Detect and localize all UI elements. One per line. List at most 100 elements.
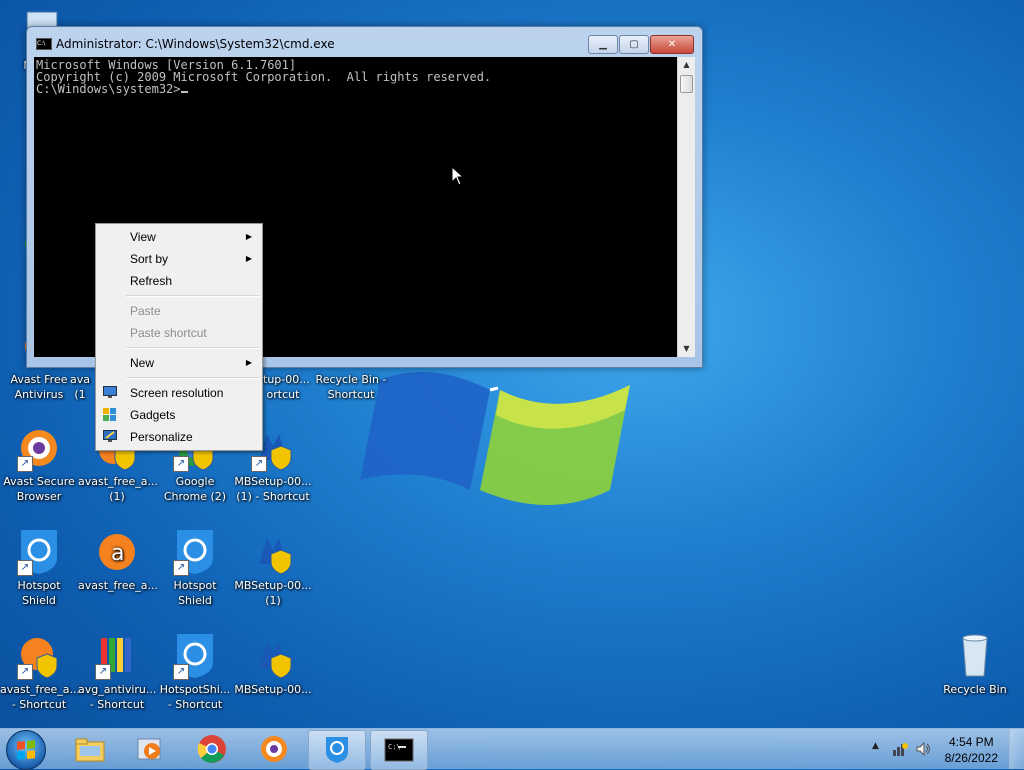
desktop-icon-label: avg_antiviru... - Shortcut	[78, 683, 157, 711]
show-hidden-icons-arrow-icon[interactable]: ▲	[872, 741, 879, 751]
desktop-icon-label: Google Chrome (2)	[163, 475, 227, 503]
menu-item-new[interactable]: New ▶	[96, 352, 262, 374]
desktop-icon-hotspot-shield-2[interactable]: ↗ Hotspot Shield	[156, 528, 234, 608]
desktop-context-menu: View ▶ Sort by ▶ Refresh Paste Paste short…	[95, 223, 263, 451]
windows-flag-icon	[17, 740, 35, 760]
menu-item-label: New	[130, 356, 155, 370]
menu-item-view[interactable]: View ▶	[96, 226, 262, 248]
desktop-icon-recycle-bin[interactable]: Recycle Bin	[936, 632, 1014, 697]
menu-item-label: Refresh	[130, 274, 173, 288]
menu-item-label: Screen resolution	[130, 386, 224, 400]
hotspot-shield-icon: ↗	[171, 528, 219, 576]
console-prompt: C:\Windows\system32>	[36, 82, 181, 96]
desktop-icon-label: Avast Secure Browser	[3, 475, 75, 503]
hotspot-shield-icon: ↗	[15, 528, 63, 576]
desktop-icon-avast-free-a-shortcut[interactable]: ↗ avast_free_a... - Shortcut	[0, 632, 80, 712]
menu-item-refresh[interactable]: Refresh	[96, 270, 262, 292]
menu-separator	[126, 347, 260, 349]
scroll-down-arrow-icon[interactable]: ▼	[678, 341, 695, 357]
shortcut-arrow-icon: ↗	[251, 456, 267, 472]
menu-item-label: Gadgets	[130, 408, 176, 422]
desktop-icon-label: MBSetup-00... (1)	[234, 579, 312, 607]
desktop-icon-mbsetup[interactable]: MBSetup-00...	[234, 632, 312, 697]
shortcut-arrow-icon: ↗	[17, 560, 33, 576]
system-tray: ▲ 4:54 PM 8/26/2022	[864, 729, 1024, 769]
desktop-icon-mbsetup-1[interactable]: MBSetup-00... (1)	[234, 528, 312, 608]
media-player-icon	[137, 738, 161, 760]
text-cursor	[180, 91, 188, 93]
show-desktop-button[interactable]	[1009, 729, 1024, 769]
recycle-bin-icon	[951, 632, 999, 680]
menu-item-sort-by[interactable]: Sort by ▶	[96, 248, 262, 270]
desktop-icon-label: Hotspot Shield	[173, 579, 217, 607]
menu-item-paste-shortcut: Paste shortcut	[96, 322, 262, 344]
minimize-button[interactable]: ▁	[588, 35, 618, 54]
desktop-icon-label: Recycle Bin - Shortcut	[315, 373, 387, 401]
cmd-app-icon: C:\	[36, 38, 52, 50]
clock-date: 8/26/2022	[944, 751, 998, 765]
submenu-arrow-icon: ▶	[245, 254, 252, 263]
taskbar-clock[interactable]: 4:54 PM 8/26/2022	[945, 734, 998, 766]
desktop-icon-avg-antivirus-shortcut[interactable]: ↗ avg_antiviru... - Shortcut	[78, 632, 156, 712]
taskbar-media-player[interactable]	[122, 730, 178, 768]
malwarebytes-icon	[249, 528, 297, 576]
shortcut-arrow-icon: ↗	[173, 456, 189, 472]
personalize-icon	[103, 430, 117, 442]
desktop-icon-label: MBSetup-00... (1) - Shortcut	[234, 475, 312, 503]
menu-item-label: Paste	[130, 304, 161, 318]
minimize-icon: ▁	[599, 39, 607, 50]
mouse-pointer-icon	[451, 166, 465, 186]
desktop-icon-label: avast_free_a...	[78, 579, 158, 592]
desktop-icon-label: MBSetup-00...	[234, 683, 312, 696]
taskbar: C:\ ▲ 4:54 PM 8/26/2022	[0, 728, 1024, 770]
menu-separator	[126, 295, 260, 297]
avast-icon: ↗	[15, 632, 63, 680]
shortcut-arrow-icon: ↗	[173, 560, 189, 576]
submenu-arrow-icon: ▶	[245, 232, 252, 241]
avast-icon: a	[93, 528, 141, 576]
desktop-icon-hotspotshield-shortcut[interactable]: ↗ HotspotShi... - Shortcut	[156, 632, 234, 712]
shortcut-arrow-icon: ↗	[17, 664, 33, 680]
desktop-icon-avast-secure-browser[interactable]: ↗ Avast Secure Browser	[0, 424, 78, 504]
menu-item-screen-resolution[interactable]: Screen resolution	[96, 382, 262, 404]
menu-item-personalize[interactable]: Personalize	[96, 426, 262, 448]
hotspot-shield-icon	[326, 737, 348, 763]
desktop-icon-label: avast_free_a... - Shortcut	[0, 683, 80, 711]
malwarebytes-icon	[249, 632, 297, 680]
folder-icon	[75, 738, 105, 762]
taskbar-avast-secure-browser[interactable]	[246, 730, 302, 768]
cmd-title-bar[interactable]: C:\ Administrator: C:\Windows\System32\c…	[27, 27, 702, 57]
network-icon[interactable]	[892, 741, 908, 757]
shortcut-arrow-icon: ↗	[173, 664, 189, 680]
menu-item-label: Personalize	[130, 430, 193, 444]
avg-icon: ↗	[93, 632, 141, 680]
start-button[interactable]	[6, 730, 46, 770]
close-button[interactable]: ✕	[650, 35, 694, 54]
maximize-button[interactable]: ▢	[619, 35, 649, 54]
shortcut-arrow-icon: ↗	[95, 664, 111, 680]
menu-item-label: Sort by	[130, 252, 169, 266]
desktop-icon-label: Hotspot Shield	[17, 579, 61, 607]
taskbar-cmd[interactable]: C:\	[370, 730, 428, 770]
chrome-icon	[197, 735, 226, 763]
taskbar-windows-explorer[interactable]	[62, 730, 118, 768]
maximize-icon: ▢	[629, 39, 639, 50]
desktop-icon-label: Recycle Bin	[943, 683, 1007, 696]
menu-item-paste: Paste	[96, 300, 262, 322]
desktop-icon-hotspot-shield-1[interactable]: ↗ Hotspot Shield	[0, 528, 78, 608]
taskbar-hotspot-shield[interactable]	[308, 730, 366, 770]
menu-separator	[126, 377, 260, 379]
svg-text:a: a	[111, 541, 124, 566]
menu-item-gadgets[interactable]: Gadgets	[96, 404, 262, 426]
avast-secure-browser-icon	[261, 736, 287, 762]
cmd-window-title: Administrator: C:\Windows\System32\cmd.e…	[56, 37, 335, 51]
scroll-thumb[interactable]	[680, 75, 693, 93]
shortcut-arrow-icon: ↗	[17, 456, 33, 472]
gadgets-icon	[103, 408, 116, 421]
vertical-scrollbar[interactable]: ▲ ▼	[677, 57, 695, 357]
volume-icon[interactable]	[916, 741, 932, 757]
wallpaper-windows-logo	[360, 372, 630, 505]
scroll-up-arrow-icon[interactable]: ▲	[678, 57, 695, 73]
desktop-icon-avast-free-a[interactable]: a avast_free_a...	[78, 528, 158, 593]
taskbar-google-chrome[interactable]	[184, 730, 240, 768]
